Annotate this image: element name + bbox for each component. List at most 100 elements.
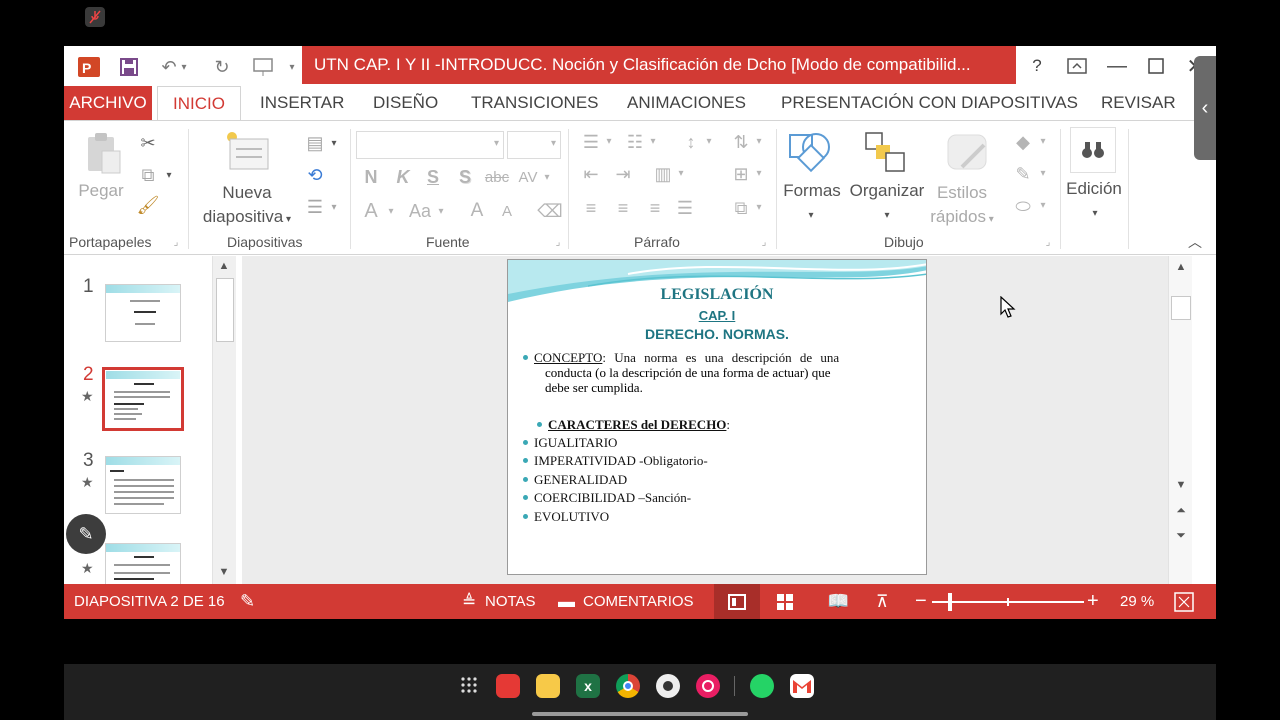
columns-icon[interactable]: ▥ [650,163,676,185]
shape-fill-dropdown-icon[interactable]: ▾ [1038,133,1048,149]
tab-revisar[interactable]: REVISAR [1101,86,1176,120]
app-drawer-icon[interactable] [460,676,478,694]
arrange-label[interactable]: Organizar [844,181,930,201]
convert-smartart-icon[interactable]: ⧉ [728,197,754,219]
chrome-app-icon[interactable] [616,674,640,698]
slide-sorter-button[interactable] [776,593,794,611]
scroll-up-icon[interactable]: ▲ [1172,259,1190,275]
reset-slide-icon[interactable]: ⟲ [302,163,328,187]
paste-icon[interactable] [84,131,124,177]
font-color-button[interactable]: A [360,199,382,223]
character-spacing-dropdown-icon[interactable]: ▾ [542,169,552,185]
start-presentation-icon[interactable] [250,54,276,80]
bold-button[interactable]: N [360,165,382,189]
slide-canvas[interactable]: LEGISLACIÓN CAP. I DERECHO. NORMAS. CONC… [507,259,927,575]
home-gesture-bar[interactable] [532,712,748,716]
arrange-icon[interactable] [864,129,910,175]
format-painter-icon[interactable]: 🖌 [136,193,160,217]
new-slide-label[interactable]: Nueva diapositiva ▾ [192,181,302,232]
increase-font-button[interactable]: A [466,199,488,223]
new-slide-icon[interactable] [222,129,272,175]
shape-outline-icon[interactable]: ✎ [1010,163,1036,185]
dialog-launcher-icon[interactable]: ⌟ [758,235,770,249]
decrease-font-button[interactable]: A [496,199,518,223]
tab-archivo[interactable]: ARCHIVO [64,86,152,120]
zoom-slider-thumb[interactable] [947,593,952,611]
notes-icon[interactable]: ≜ [462,584,476,619]
minimize-icon[interactable]: — [1100,52,1134,80]
zoom-level[interactable]: 29 % [1120,584,1154,619]
shape-fill-icon[interactable]: ◆ [1010,131,1036,153]
comments-icon[interactable]: ▬ [558,584,575,619]
shape-effects-dropdown-icon[interactable]: ▾ [1038,197,1048,213]
reading-view-icon[interactable]: 📖 [827,584,849,619]
text-direction-icon[interactable]: ⇅ [728,131,754,153]
help-button[interactable]: ? [1020,52,1054,80]
normal-view-button[interactable] [714,584,760,619]
shapes-dropdown-icon[interactable]: ▾ [806,207,816,223]
scrollbar-thumb[interactable] [1171,296,1191,320]
slide-thumbnail[interactable] [105,543,181,584]
line-spacing-dropdown-icon[interactable]: ▾ [704,133,714,149]
align-center-icon[interactable]: ≡ [610,197,636,219]
convert-smartart-dropdown-icon[interactable]: ▾ [754,199,764,215]
underline-button[interactable]: S [422,165,444,189]
numbering-dropdown-icon[interactable]: ▾ [648,133,658,149]
decrease-indent-icon[interactable]: ⇤ [578,163,604,185]
line-spacing-icon[interactable]: ↕ [678,131,704,153]
excel-app-icon[interactable]: x [576,674,600,698]
text-shadow-button[interactable]: S [454,165,476,189]
zoom-slider[interactable] [932,593,1084,611]
slide-thumbnail[interactable] [105,284,181,342]
justify-icon[interactable]: ☰ [672,197,698,219]
align-text-icon[interactable]: ⊞ [728,163,754,185]
text-direction-dropdown-icon[interactable]: ▾ [754,133,764,149]
character-spacing-button[interactable]: AV [516,165,540,189]
font-color-dropdown-icon[interactable]: ▾ [386,203,396,219]
spell-check-icon[interactable]: ✎ [240,584,255,619]
notes-button[interactable]: NOTAS [485,584,536,619]
shapes-icon[interactable] [786,129,836,175]
bullets-icon[interactable]: ☰ [578,131,604,153]
copy-dropdown-icon[interactable]: ▾ [164,167,174,183]
comments-button[interactable]: COMENTARIOS [583,584,694,619]
side-panel-handle[interactable]: ‹ [1194,56,1216,160]
folder-app-icon[interactable] [536,674,560,698]
maximize-icon[interactable] [1139,52,1173,80]
numbering-icon[interactable]: ☷ [622,131,648,153]
slide-thumbnail-selected[interactable] [102,367,184,431]
change-case-dropdown-icon[interactable]: ▾ [436,203,446,219]
section-icon[interactable]: ☰ [302,195,328,219]
camera-app-icon[interactable] [656,674,680,698]
whatsapp-app-icon[interactable] [750,674,774,698]
editing-label[interactable]: Edición [1060,179,1128,199]
scrollbar-thumb[interactable] [216,278,234,342]
gmail-app-icon[interactable] [790,674,814,698]
layout-icon[interactable]: ▤ [302,131,328,155]
change-case-button[interactable]: Aa [406,199,434,223]
arrange-dropdown-icon[interactable]: ▾ [882,207,892,223]
music-app-icon[interactable] [696,674,720,698]
ribbon-display-options-icon[interactable] [1060,52,1094,80]
slide-thumbnail[interactable] [105,456,181,514]
bullets-dropdown-icon[interactable]: ▾ [604,133,614,149]
tab-presentacion[interactable]: PRESENTACIÓN CON DIAPOSITIVAS [781,86,1078,120]
layout-dropdown-icon[interactable]: ▾ [329,135,339,151]
pen-tool-button[interactable]: ✎ [66,514,106,554]
dialog-launcher-icon[interactable]: ⌟ [1042,235,1054,249]
dialog-launcher-icon[interactable]: ⌟ [170,235,182,249]
scroll-up-icon[interactable]: ▲ [215,258,233,274]
zoom-out-button[interactable]: − [915,584,927,619]
find-icon[interactable] [1070,127,1116,173]
quick-styles-icon[interactable] [944,129,990,175]
shape-effects-icon[interactable]: ⬭ [1010,195,1036,217]
fit-slide-button[interactable] [1174,592,1194,612]
tab-animaciones[interactable]: ANIMACIONES [627,86,746,120]
cut-icon[interactable]: ✂ [136,131,160,155]
zoom-in-button[interactable]: + [1087,584,1099,619]
font-size-combobox[interactable]: ▾ [507,131,561,159]
thumbnails-scrollbar[interactable]: ▲ ▼ [212,256,236,584]
redo-icon[interactable]: ↻ [209,54,235,80]
notes-app-icon[interactable] [496,674,520,698]
dialog-launcher-icon[interactable]: ⌟ [552,235,564,249]
